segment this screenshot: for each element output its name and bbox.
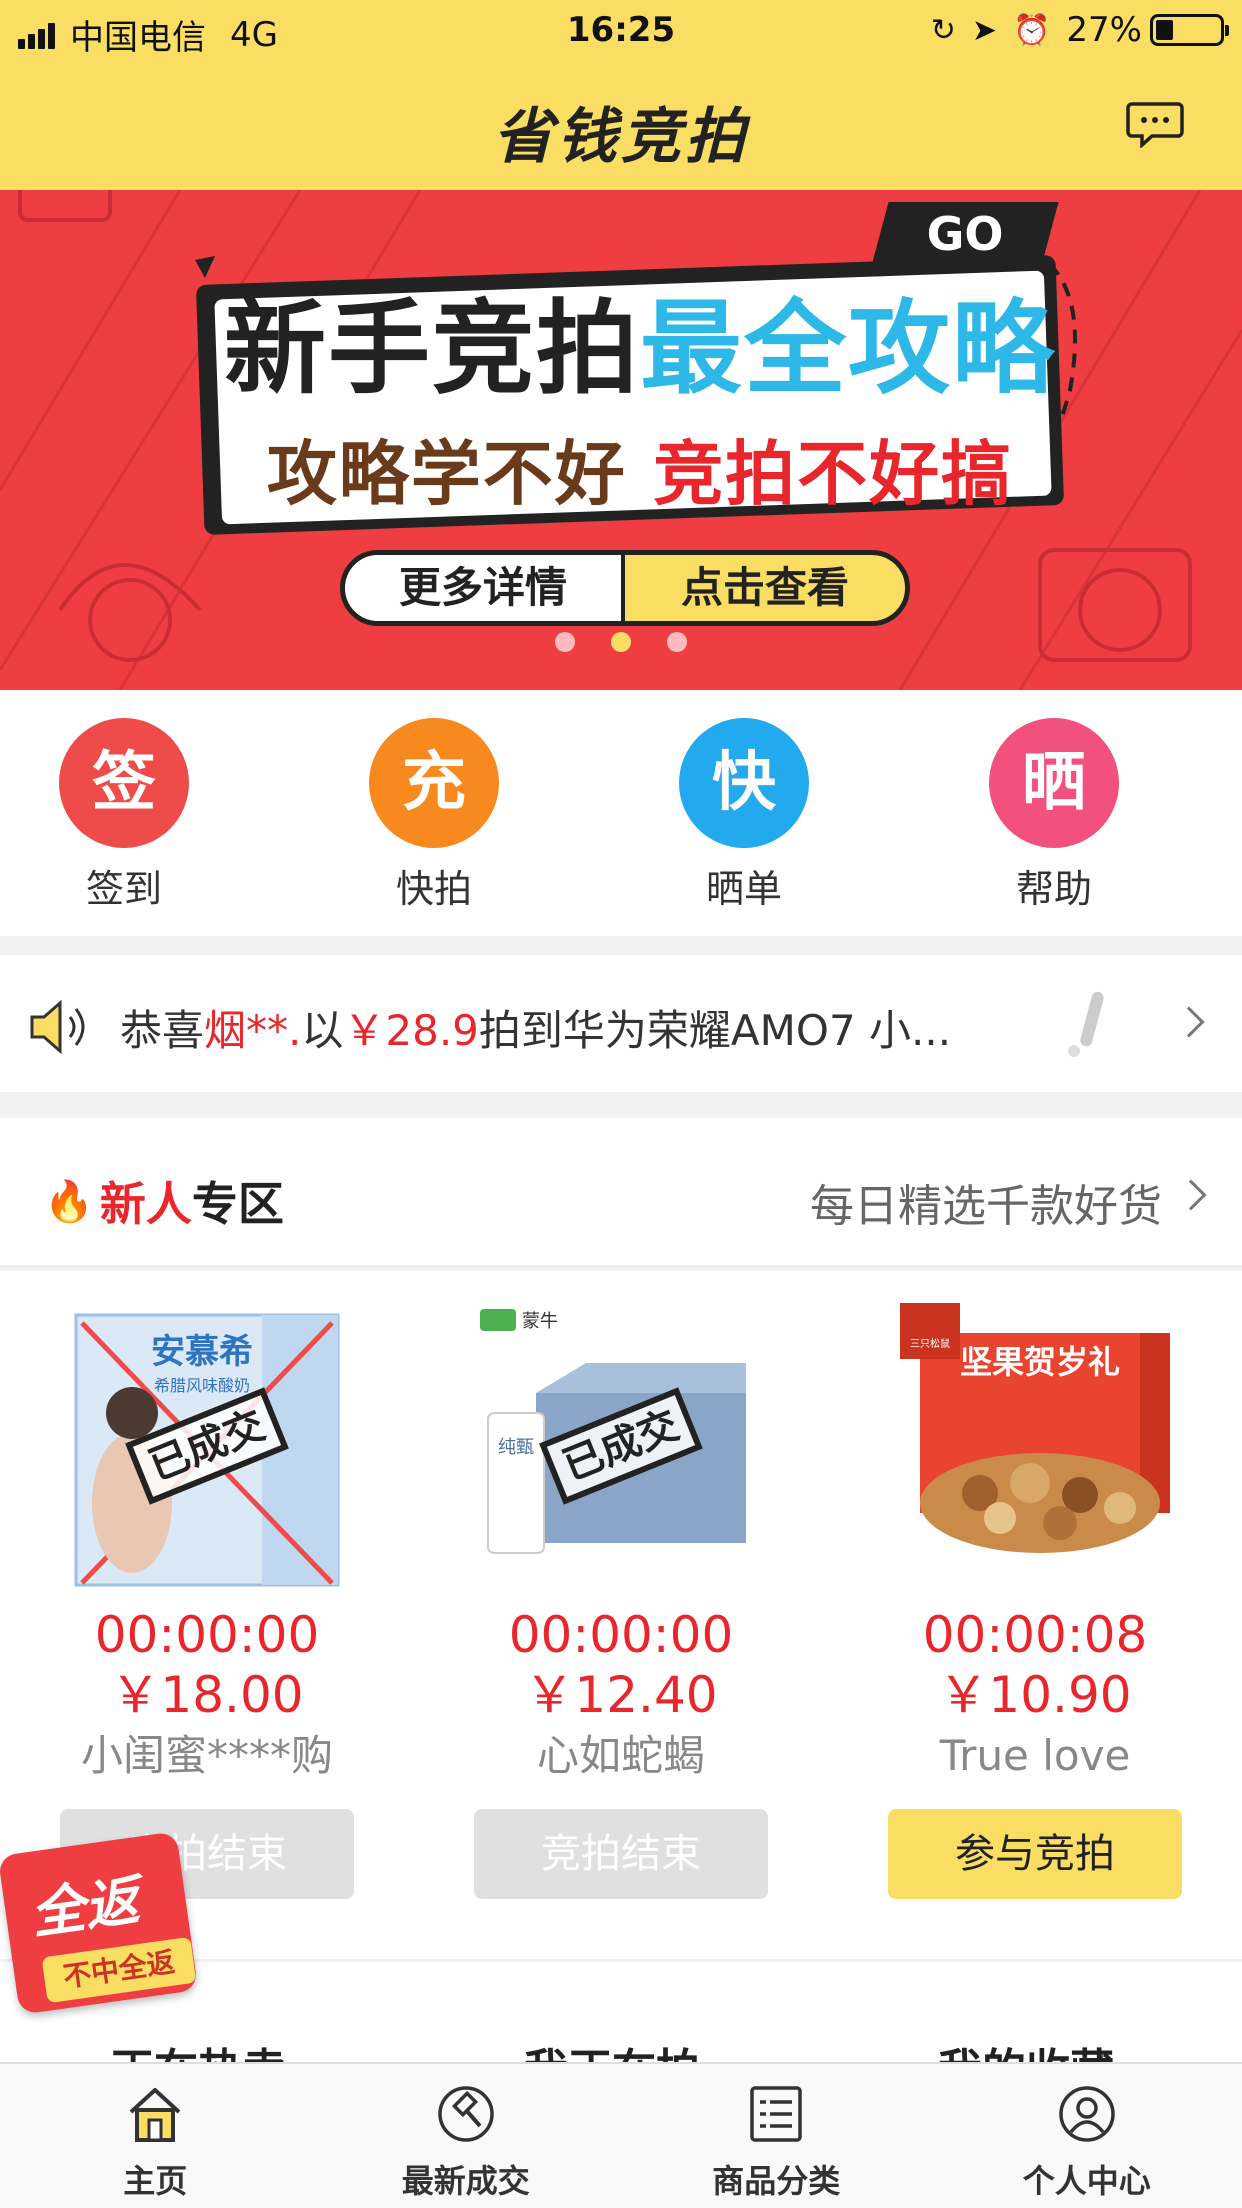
- product-price: ￥18.00: [110, 1666, 304, 1724]
- quick-item-label: 签到: [85, 867, 162, 911]
- tab-label: 个人中心: [1022, 2162, 1151, 2200]
- alarm-icon: ⏰: [1013, 12, 1051, 48]
- section-title: 🔥 新人 专区: [44, 1177, 284, 1231]
- quick-item-label: 快拍: [395, 867, 472, 911]
- quick-item-quick-bid[interactable]: 充 快拍: [334, 718, 534, 913]
- announcement-text: 恭喜烟**.以￥28.9拍到华为荣耀AMO7 小...: [120, 1006, 952, 1055]
- product-winner: 心如蛇蝎: [536, 1731, 705, 1780]
- winner-announcement[interactable]: 恭喜烟**.以￥28.9拍到华为荣耀AMO7 小...: [0, 955, 1242, 1092]
- rotation-lock-icon: ↻: [930, 12, 956, 48]
- quick-item-checkin[interactable]: 签 签到: [24, 718, 224, 913]
- tab-label: 最新成交: [401, 2162, 530, 2200]
- battery-percent: 27%: [1066, 10, 1142, 50]
- section-more-link[interactable]: 每日精选千款好货: [810, 1170, 1162, 1234]
- gavel-icon: [438, 2086, 494, 2142]
- product-winner: 小闺蜜****购: [80, 1731, 333, 1780]
- quick-item-show-order[interactable]: 快 晒单: [644, 718, 844, 913]
- recharge-icon: 充: [369, 718, 499, 848]
- quick-item-help[interactable]: 晒 帮助: [954, 718, 1154, 913]
- bottom-tab-bar: 主页 最新成交 商品分类 个人中心: [0, 2062, 1242, 2208]
- quick-icon: 快: [679, 718, 809, 848]
- headline-black: 新手竞拍: [224, 290, 640, 409]
- product-image[interactable]: 安慕希 希腊风味酸奶 已成交: [62, 1303, 352, 1593]
- banner-more-details[interactable]: 更多详情: [345, 555, 625, 621]
- quick-item-label: 帮助: [1015, 867, 1092, 911]
- status-bar: 中国电信 4G 16:25 ↻ ➤ ⏰ 27%: [0, 0, 1242, 62]
- svg-text:三只松鼠: 三只松鼠: [910, 1337, 950, 1350]
- product-image[interactable]: 三只松鼠 坚果贺岁礼: [890, 1303, 1180, 1593]
- newbie-section-header[interactable]: 🔥 新人 专区 每日精选千款好货: [0, 1118, 1242, 1268]
- app-title: 省钱竞拍: [493, 102, 749, 172]
- promo-title: 全返: [26, 1868, 143, 1947]
- chevron-right-icon: [1175, 1179, 1207, 1211]
- home-icon: [129, 2088, 181, 2142]
- list-icon: [750, 2086, 802, 2142]
- subline-dark: 攻略学不好: [266, 433, 627, 515]
- subline-red: 竞拍不好搞: [653, 433, 1014, 515]
- svg-text:蒙牛: 蒙牛: [522, 1311, 558, 1332]
- tab-hot-selling[interactable]: 正在热卖: [110, 2034, 286, 2062]
- banner-click-view[interactable]: 点击查看: [625, 555, 905, 621]
- product-countdown: 00:00:00: [94, 1606, 320, 1664]
- promo-banner[interactable]: GO 新手竞拍最全攻略 攻略学不好 竞拍不好搞 更多详情 点击查看: [0, 190, 1242, 690]
- full-refund-promo[interactable]: 全返 不中全返: [0, 1831, 203, 2023]
- user-icon: [1059, 2086, 1115, 2142]
- svg-text:安慕希: 安慕希: [151, 1332, 253, 1372]
- show-photo-icon: 晒: [989, 718, 1119, 848]
- banner-headline: 新手竞拍最全攻略: [210, 290, 1070, 410]
- product-countdown: 00:00:00: [508, 1606, 734, 1664]
- tab-home[interactable]: 主页: [0, 2064, 311, 2208]
- message-button[interactable]: [1126, 100, 1184, 149]
- headline-blue: 最全攻略: [640, 290, 1056, 409]
- fire-icon: 🔥: [44, 1178, 94, 1225]
- carousel-dot[interactable]: [555, 632, 575, 652]
- product-image[interactable]: 蒙牛 纯甄 已成交: [476, 1303, 766, 1593]
- chat-bubble-icon: [1126, 102, 1184, 149]
- carousel-dot-active[interactable]: [611, 632, 631, 652]
- tab-my-bidding[interactable]: 我正在拍: [524, 2034, 700, 2062]
- speaker-icon: [30, 999, 85, 1055]
- tab-profile[interactable]: 个人中心: [932, 2064, 1242, 2208]
- banner-cta[interactable]: 更多详情 点击查看: [340, 550, 910, 626]
- location-arrow-icon: ➤: [971, 12, 998, 48]
- quick-item-label: 晒单: [705, 867, 782, 911]
- banner-subline: 攻略学不好 竞拍不好搞: [210, 418, 1070, 519]
- auction-ended-button[interactable]: 竞拍结束: [474, 1809, 768, 1899]
- product-card[interactable]: 安慕希 希腊风味酸奶 已成交 00:00:00 ￥18.00 小闺蜜****购 …: [42, 1303, 372, 1899]
- carousel-dot[interactable]: [667, 632, 687, 652]
- svg-text:希腊风味酸奶: 希腊风味酸奶: [154, 1376, 250, 1395]
- winner-price: ￥28.9: [343, 1006, 479, 1055]
- product-price: ￥10.90: [938, 1666, 1132, 1724]
- svg-text:纯甄: 纯甄: [498, 1437, 534, 1458]
- earphone-product-thumbnail: [1068, 991, 1104, 1057]
- tab-my-favorites[interactable]: 我的收藏: [938, 2034, 1114, 2062]
- status-right: ↻ ➤ ⏰ 27%: [930, 10, 1229, 50]
- carousel-dots: [0, 632, 1242, 652]
- tab-categories[interactable]: 商品分类: [621, 2064, 932, 2208]
- winner-name: 烟**.: [204, 1006, 302, 1055]
- sign-in-icon: 签: [59, 718, 189, 848]
- product-card[interactable]: 蒙牛 纯甄 已成交 00:00:00 ￥12.40 心如蛇蝎 竞拍结束: [456, 1303, 786, 1899]
- tab-latest-deals[interactable]: 最新成交: [311, 2064, 622, 2208]
- product-price: ￥12.40: [524, 1666, 718, 1724]
- product-card[interactable]: 三只松鼠 坚果贺岁礼 00:00:08 ￥10.90 True love 参与竞…: [870, 1303, 1200, 1899]
- tab-label: 主页: [123, 2162, 188, 2200]
- join-auction-button[interactable]: 参与竞拍: [888, 1809, 1182, 1899]
- nut-gift-box-image: 三只松鼠 坚果贺岁礼: [900, 1303, 1170, 1553]
- product-countdown: 00:00:08: [922, 1606, 1148, 1664]
- tab-label: 商品分类: [712, 2162, 841, 2200]
- svg-text:坚果贺岁礼: 坚果贺岁礼: [960, 1343, 1120, 1381]
- quick-menu: 签 签到 充 快拍 快 晒单 晒 帮助: [0, 690, 1242, 936]
- battery-icon: [1150, 14, 1229, 46]
- product-winner: True love: [939, 1731, 1131, 1780]
- chevron-right-icon: [1173, 1006, 1205, 1038]
- top-header-area: 中国电信 4G 16:25 ↻ ➤ ⏰ 27% 省钱竞拍: [0, 0, 1242, 190]
